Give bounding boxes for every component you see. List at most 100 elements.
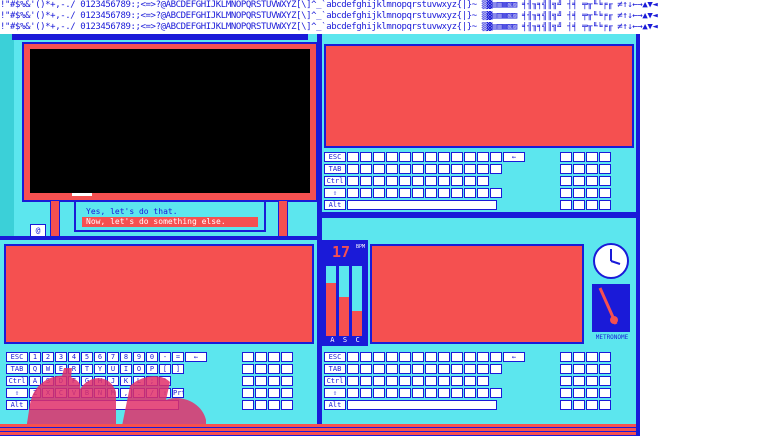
key[interactable] bbox=[360, 164, 372, 174]
numpad-key[interactable] bbox=[573, 388, 585, 398]
numpad-key[interactable] bbox=[560, 200, 572, 210]
key[interactable]: - bbox=[159, 352, 171, 362]
key[interactable] bbox=[438, 388, 450, 398]
key[interactable] bbox=[451, 388, 463, 398]
numpad-key[interactable] bbox=[560, 152, 572, 162]
tv-screen[interactable] bbox=[30, 49, 310, 193]
key[interactable] bbox=[490, 164, 502, 174]
key[interactable] bbox=[347, 388, 359, 398]
key[interactable] bbox=[438, 152, 450, 162]
numpad-key[interactable] bbox=[268, 400, 280, 410]
key[interactable] bbox=[477, 376, 489, 386]
key[interactable]: 3 bbox=[55, 352, 67, 362]
key[interactable] bbox=[360, 188, 372, 198]
key[interactable] bbox=[477, 364, 489, 374]
key[interactable] bbox=[451, 176, 463, 186]
key[interactable] bbox=[399, 176, 411, 186]
key[interactable]: ⇧ bbox=[324, 188, 346, 198]
key[interactable] bbox=[464, 352, 476, 362]
key[interactable] bbox=[386, 352, 398, 362]
key[interactable] bbox=[399, 364, 411, 374]
key[interactable] bbox=[477, 164, 489, 174]
numpad-key[interactable] bbox=[573, 164, 585, 174]
numpad-key[interactable] bbox=[599, 364, 611, 374]
key[interactable] bbox=[386, 176, 398, 186]
numpad-key[interactable] bbox=[573, 376, 585, 386]
key[interactable] bbox=[464, 152, 476, 162]
key[interactable] bbox=[451, 352, 463, 362]
key[interactable] bbox=[386, 164, 398, 174]
numpad-key[interactable] bbox=[281, 400, 293, 410]
numpad-key[interactable] bbox=[268, 352, 280, 362]
numpad-key[interactable] bbox=[242, 388, 254, 398]
key[interactable] bbox=[347, 364, 359, 374]
key[interactable] bbox=[412, 364, 424, 374]
key[interactable]: ESC bbox=[324, 352, 346, 362]
key[interactable] bbox=[347, 176, 359, 186]
key[interactable] bbox=[490, 152, 502, 162]
key[interactable] bbox=[360, 376, 372, 386]
numpad-key[interactable] bbox=[586, 352, 598, 362]
numpad-key[interactable] bbox=[586, 188, 598, 198]
key[interactable] bbox=[386, 364, 398, 374]
key[interactable]: 7 bbox=[107, 352, 119, 362]
numpad-key[interactable] bbox=[560, 376, 572, 386]
key[interactable] bbox=[386, 376, 398, 386]
key[interactable] bbox=[425, 188, 437, 198]
numpad-key[interactable] bbox=[586, 200, 598, 210]
key[interactable] bbox=[425, 376, 437, 386]
spacebar-key[interactable] bbox=[347, 400, 497, 410]
key[interactable] bbox=[425, 176, 437, 186]
numpad-key[interactable] bbox=[560, 388, 572, 398]
numpad-key[interactable] bbox=[586, 152, 598, 162]
numpad-key[interactable] bbox=[573, 364, 585, 374]
numpad-key[interactable] bbox=[573, 188, 585, 198]
key[interactable] bbox=[438, 376, 450, 386]
numpad-key[interactable] bbox=[255, 400, 267, 410]
numpad-key[interactable] bbox=[573, 400, 585, 410]
key[interactable]: 4 bbox=[68, 352, 80, 362]
key[interactable]: 9 bbox=[133, 352, 145, 362]
numpad-key[interactable] bbox=[281, 388, 293, 398]
numpad-key[interactable] bbox=[586, 364, 598, 374]
key[interactable] bbox=[399, 352, 411, 362]
key[interactable] bbox=[451, 164, 463, 174]
key[interactable] bbox=[438, 176, 450, 186]
numpad-key[interactable] bbox=[573, 152, 585, 162]
key[interactable] bbox=[490, 388, 502, 398]
key[interactable] bbox=[373, 188, 385, 198]
numpad-key[interactable] bbox=[599, 188, 611, 198]
numpad-key[interactable] bbox=[560, 400, 572, 410]
key[interactable]: ESC bbox=[324, 152, 346, 162]
key[interactable] bbox=[347, 164, 359, 174]
numpad-key[interactable] bbox=[586, 164, 598, 174]
key[interactable] bbox=[477, 188, 489, 198]
numpad-key[interactable] bbox=[255, 388, 267, 398]
numpad-key[interactable] bbox=[268, 376, 280, 386]
key[interactable]: = bbox=[172, 352, 184, 362]
key[interactable] bbox=[347, 352, 359, 362]
numpad-key[interactable] bbox=[560, 176, 572, 186]
key[interactable] bbox=[425, 152, 437, 162]
numpad-key[interactable] bbox=[573, 352, 585, 362]
numpad-key[interactable] bbox=[586, 176, 598, 186]
numpad-key[interactable] bbox=[268, 364, 280, 374]
numpad-key[interactable] bbox=[560, 364, 572, 374]
key[interactable] bbox=[425, 364, 437, 374]
key[interactable] bbox=[438, 164, 450, 174]
numpad-key[interactable] bbox=[599, 176, 611, 186]
key[interactable] bbox=[425, 352, 437, 362]
key[interactable] bbox=[399, 376, 411, 386]
key[interactable]: 8 bbox=[120, 352, 132, 362]
key[interactable]: 1 bbox=[29, 352, 41, 362]
key[interactable] bbox=[490, 364, 502, 374]
key[interactable] bbox=[425, 388, 437, 398]
key[interactable] bbox=[490, 188, 502, 198]
key[interactable] bbox=[464, 188, 476, 198]
key[interactable] bbox=[373, 164, 385, 174]
key[interactable] bbox=[412, 376, 424, 386]
key[interactable] bbox=[412, 164, 424, 174]
numpad-key[interactable] bbox=[242, 376, 254, 386]
key[interactable] bbox=[399, 188, 411, 198]
spacebar-key[interactable] bbox=[347, 200, 497, 210]
